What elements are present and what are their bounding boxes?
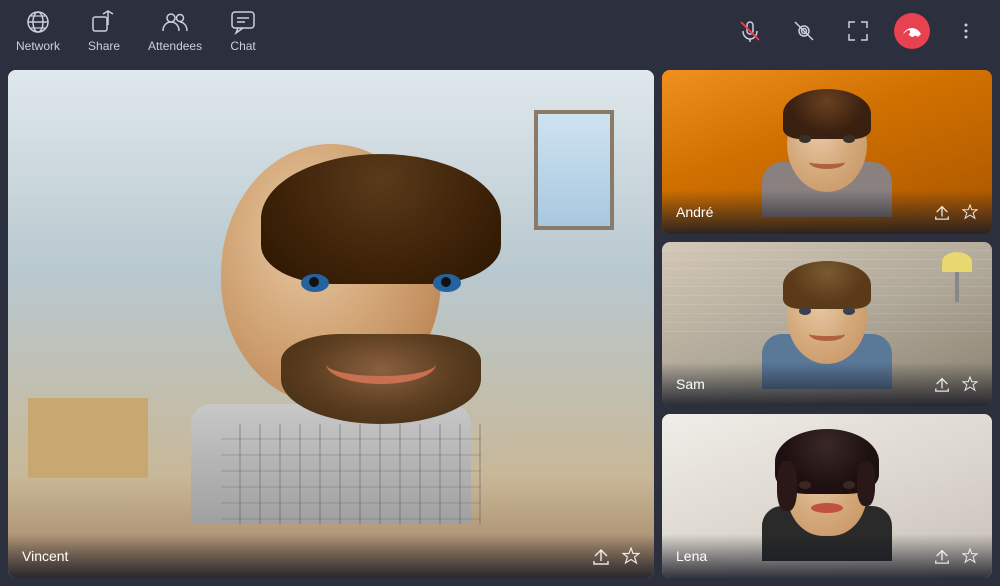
video-bg-main [8, 70, 654, 578]
lena-face [777, 426, 877, 546]
star-sam-icon [962, 376, 978, 392]
thumb-video-andre: André [662, 70, 992, 234]
chat-icon [230, 9, 256, 35]
star-icon [622, 547, 640, 565]
star-lena-icon [962, 548, 978, 564]
face-main-inner [171, 124, 491, 524]
vincent-smile [326, 344, 436, 384]
sam-name: Sam [676, 376, 934, 392]
share-small-icon [592, 547, 610, 565]
primary-video-vincent: Vincent [8, 70, 654, 578]
network-icon [25, 9, 51, 35]
thumb-video-sam: Sam [662, 242, 992, 406]
share-lena-icon [934, 548, 950, 564]
sam-actions [934, 376, 978, 392]
network-label: Network [16, 39, 60, 53]
andre-head [787, 97, 867, 192]
lena-head [787, 441, 867, 536]
lena-actions [934, 548, 978, 564]
lena-hair-left [777, 461, 797, 511]
main-area: Vincent [0, 62, 1000, 586]
mic-off-icon [739, 20, 761, 42]
topbar: Network Share Attendees [0, 0, 1000, 62]
andre-right-eye [843, 135, 855, 143]
andre-share-button[interactable] [934, 204, 950, 220]
attendees-icon [162, 9, 188, 35]
lena-eyes [799, 481, 855, 489]
sam-namebar: Sam [662, 362, 992, 406]
fullscreen-icon [847, 20, 869, 42]
vincent-eyes [301, 274, 461, 292]
vincent-star-button[interactable] [622, 547, 640, 565]
sidebar-item-chat[interactable]: Chat [230, 9, 256, 53]
thumb-video-lena: Lena [662, 414, 992, 578]
attendees-label: Attendees [148, 39, 202, 53]
side-panel: André [662, 70, 992, 578]
vincent-namebar: Vincent [8, 534, 654, 578]
lena-star-button[interactable] [962, 548, 978, 564]
andre-face [777, 82, 877, 202]
sam-head [787, 269, 867, 364]
sam-left-eye [799, 307, 811, 315]
share-icon [91, 9, 117, 35]
sam-face [777, 254, 877, 374]
share-andre-icon [934, 204, 950, 220]
vincent-share-button[interactable] [592, 547, 610, 565]
vincent-right-eye [433, 274, 461, 292]
lena-lips [811, 503, 843, 513]
lena-right-eye [843, 481, 855, 489]
vincent-left-eye [301, 274, 329, 292]
mute-button[interactable] [732, 13, 768, 49]
sam-right-eye [843, 307, 855, 315]
sidebar-item-share[interactable]: Share [88, 9, 120, 53]
andre-namebar: André [662, 190, 992, 234]
andre-name: André [676, 204, 934, 220]
sam-share-button[interactable] [934, 376, 950, 392]
more-button[interactable] [948, 13, 984, 49]
star-andre-icon [962, 204, 978, 220]
room-shelf [28, 398, 148, 478]
share-sam-icon [934, 376, 950, 392]
sam-smile [809, 327, 845, 341]
camera-button[interactable] [786, 13, 822, 49]
sam-hair [783, 261, 871, 309]
vincent-name: Vincent [22, 548, 592, 564]
sam-eyes [799, 307, 855, 315]
sam-star-button[interactable] [962, 376, 978, 392]
end-call-icon [901, 20, 923, 42]
andre-left-eye [799, 135, 811, 143]
vincent-hair [261, 154, 501, 284]
andre-hair [783, 89, 871, 139]
chat-label: Chat [230, 39, 255, 53]
room-window [534, 110, 614, 230]
camera-icon [793, 20, 815, 42]
lena-name: Lena [676, 548, 934, 564]
andre-actions [934, 204, 978, 220]
vincent-actions [592, 547, 640, 565]
vincent-shirt [191, 404, 471, 524]
nav-left: Network Share Attendees [16, 9, 732, 53]
end-call-button[interactable] [894, 13, 930, 49]
share-label: Share [88, 39, 120, 53]
andre-eyes [799, 135, 855, 143]
fullscreen-button[interactable] [840, 13, 876, 49]
lena-hair-right [857, 461, 875, 506]
sidebar-item-attendees[interactable]: Attendees [148, 9, 202, 53]
lena-share-button[interactable] [934, 548, 950, 564]
shirt-pattern2 [221, 424, 481, 524]
lena-namebar: Lena [662, 534, 992, 578]
andre-star-button[interactable] [962, 204, 978, 220]
nav-right [732, 13, 984, 49]
more-icon [955, 20, 977, 42]
vincent-head [221, 144, 441, 404]
lena-left-eye [799, 481, 811, 489]
sidebar-item-network[interactable]: Network [16, 9, 60, 53]
andre-smile [809, 155, 845, 169]
